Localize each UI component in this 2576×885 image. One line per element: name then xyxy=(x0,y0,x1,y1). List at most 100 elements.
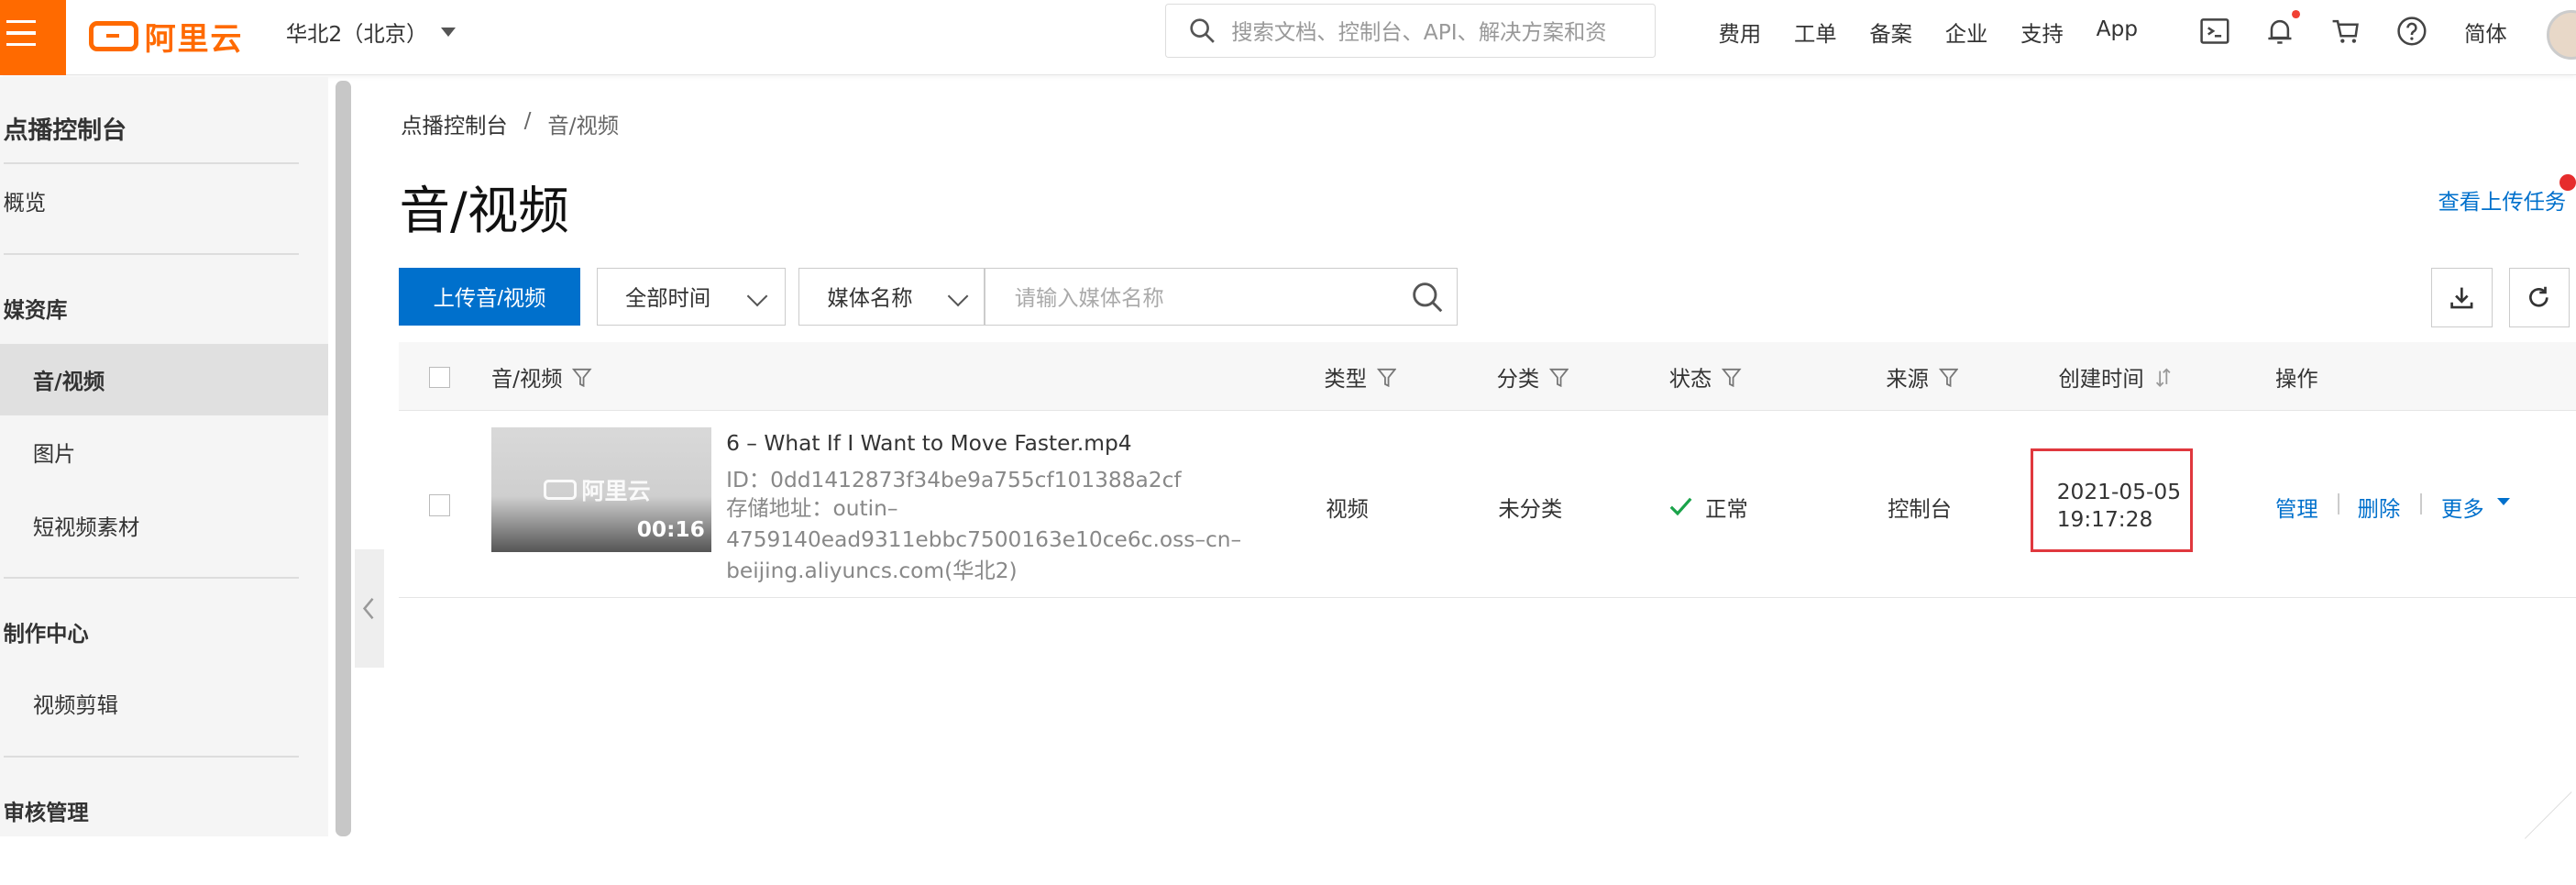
filter-icon[interactable] xyxy=(1376,368,1397,388)
sidebar-item-label: 视频剪辑 xyxy=(32,693,118,718)
action-separator xyxy=(2419,492,2422,514)
sort-icon[interactable] xyxy=(2153,368,2174,388)
media-id: ID：0dd1412873f34be9a755cf101388a2cf xyxy=(726,467,1182,492)
nav-link-app[interactable]: App xyxy=(2097,17,2138,48)
download-button[interactable] xyxy=(2431,268,2493,327)
sidebar-item-short-video[interactable]: 短视频素材 xyxy=(0,490,328,562)
column-label: 类型 xyxy=(1324,367,1367,393)
column-label: 创建时间 xyxy=(2058,367,2144,393)
avatar[interactable] xyxy=(2546,9,2576,60)
help-icon[interactable] xyxy=(2395,15,2428,48)
media-file-name[interactable]: 6 – What If I Want to Move Faster.mp4 xyxy=(726,431,1131,456)
task-badge-dot xyxy=(2559,173,2576,191)
column-media: 音/视频 xyxy=(491,361,592,393)
upload-media-button[interactable]: 上传音/视频 xyxy=(399,268,580,326)
column-status: 状态 xyxy=(1669,361,1742,393)
chevron-left-icon xyxy=(363,597,374,619)
sidebar-item-audio-video[interactable]: 音/视频 xyxy=(0,343,329,416)
status-text: 正常 xyxy=(1705,496,1748,522)
sidebar: 点播控制台 概览 媒资库 音/视频 图片 短视频素材 制作中心 视频剪辑 审核管… xyxy=(0,77,329,837)
row-checkbox[interactable] xyxy=(428,494,451,516)
media-category: 未分类 xyxy=(1498,496,1563,522)
notification-dot xyxy=(2291,9,2300,18)
nav-link-tickets[interactable]: 工单 xyxy=(1794,17,1837,48)
view-upload-tasks-link[interactable]: 查看上传任务 xyxy=(2438,184,2566,216)
manage-link[interactable]: 管理 xyxy=(2275,492,2318,523)
refresh-icon xyxy=(2529,286,2548,307)
region-selector[interactable]: 华北2（北京） xyxy=(286,17,456,48)
nav-link-fees[interactable]: 费用 xyxy=(1719,17,1762,48)
refresh-button[interactable] xyxy=(2508,268,2570,327)
top-bar: 阿里云 华北2（北京） 搜索文档、控制台、API、解决方案和资 费用 工单 备案… xyxy=(0,0,2576,76)
created-date-line: 2021-05-05 xyxy=(2056,479,2182,504)
media-source: 控制台 xyxy=(1888,496,1952,522)
nav-link-enterprise[interactable]: 企业 xyxy=(1945,17,1988,48)
sidebar-item-video-editing[interactable]: 视频剪辑 xyxy=(0,668,328,740)
select-all-checkbox[interactable] xyxy=(428,366,451,388)
chevron-down-icon xyxy=(947,285,969,307)
download-icon xyxy=(2450,287,2473,309)
breadcrumb-root[interactable]: 点播控制台 xyxy=(401,108,507,139)
more-actions-link[interactable]: 更多 xyxy=(2441,492,2484,523)
video-duration: 00:16 xyxy=(636,517,705,543)
search-field-select[interactable]: 媒体名称 xyxy=(798,268,986,326)
sidebar-title: 点播控制台 xyxy=(3,116,127,146)
caret-down-icon xyxy=(440,27,456,37)
nav-link-icp[interactable]: 备案 xyxy=(1869,17,1912,48)
sidebar-item-label: 音/视频 xyxy=(32,369,105,394)
nav-link-support[interactable]: 支持 xyxy=(2020,17,2064,48)
media-name-search-input[interactable]: 请输入媒体名称 xyxy=(984,268,1458,326)
divider xyxy=(3,577,300,579)
column-label: 音/视频 xyxy=(490,367,563,393)
status-badge: 正常 xyxy=(1669,492,1748,523)
sidebar-item-images[interactable]: 图片 xyxy=(0,415,328,488)
column-label: 状态 xyxy=(1668,367,1712,393)
video-thumbnail[interactable]: 阿里云 00:16 xyxy=(490,426,711,553)
sidebar-item-label: 图片 xyxy=(32,441,76,467)
menu-icon[interactable] xyxy=(0,0,66,76)
bell-icon[interactable] xyxy=(2263,9,2300,48)
global-search-input[interactable]: 搜索文档、控制台、API、解决方案和资 xyxy=(1164,3,1657,58)
column-actions: 操作 xyxy=(2275,361,2318,393)
column-category: 分类 xyxy=(1497,361,1569,393)
search-icon[interactable] xyxy=(1412,282,1443,313)
media-type: 视频 xyxy=(1326,496,1369,522)
storage-address: 存储地址：outin–4759140ead9311ebbc7500163e10c… xyxy=(726,495,1242,583)
column-label: 分类 xyxy=(1496,367,1540,393)
sidebar-item-overview[interactable]: 概览 xyxy=(0,164,328,237)
column-label: 操作 xyxy=(2275,367,2318,393)
filter-icon[interactable] xyxy=(1548,368,1569,388)
aliyun-logo[interactable]: 阿里云 xyxy=(88,15,244,58)
cart-icon[interactable] xyxy=(2329,15,2362,48)
collapse-sidebar-button[interactable] xyxy=(355,548,385,668)
terminal-icon[interactable] xyxy=(2198,15,2231,48)
delete-link[interactable]: 删除 xyxy=(2358,492,2401,523)
language-switch[interactable]: 简体 xyxy=(2464,17,2507,48)
filter-icon[interactable] xyxy=(572,368,592,388)
top-nav-links: 费用 工单 备案 企业 支持 App xyxy=(1719,17,2171,48)
search-field-value: 媒体名称 xyxy=(827,286,913,312)
sidebar-group-media: 媒资库 xyxy=(3,297,68,323)
sidebar-item-label: 短视频素材 xyxy=(32,515,140,541)
sidebar-group-review: 审核管理 xyxy=(3,801,89,826)
sidebar-group-production: 制作中心 xyxy=(3,622,89,647)
time-filter-value: 全部时间 xyxy=(624,286,711,312)
column-label: 来源 xyxy=(1886,367,1929,393)
created-time-line: 19:17:28 xyxy=(2056,506,2153,532)
time-filter-select[interactable]: 全部时间 xyxy=(596,268,786,326)
search-placeholder: 搜索文档、控制台、API、解决方案和资 xyxy=(1231,20,1607,46)
search-icon xyxy=(1190,18,1215,43)
divider xyxy=(3,252,300,255)
media-search-placeholder: 请输入媒体名称 xyxy=(1014,286,1164,312)
chevron-down-icon xyxy=(746,285,768,307)
filter-icon[interactable] xyxy=(1938,368,1959,388)
check-icon xyxy=(1669,497,1692,516)
breadcrumb-current: 音/视频 xyxy=(547,114,620,139)
sidebar-scrollbar[interactable] xyxy=(335,80,352,837)
top-nav-icons xyxy=(2198,9,2461,48)
column-type: 类型 xyxy=(1324,361,1397,393)
caret-down-icon xyxy=(2496,498,2510,506)
logo-text: 阿里云 xyxy=(144,20,244,58)
created-time: 2021-05-05 19:17:28 xyxy=(2057,479,2181,535)
filter-icon[interactable] xyxy=(1722,368,1742,388)
